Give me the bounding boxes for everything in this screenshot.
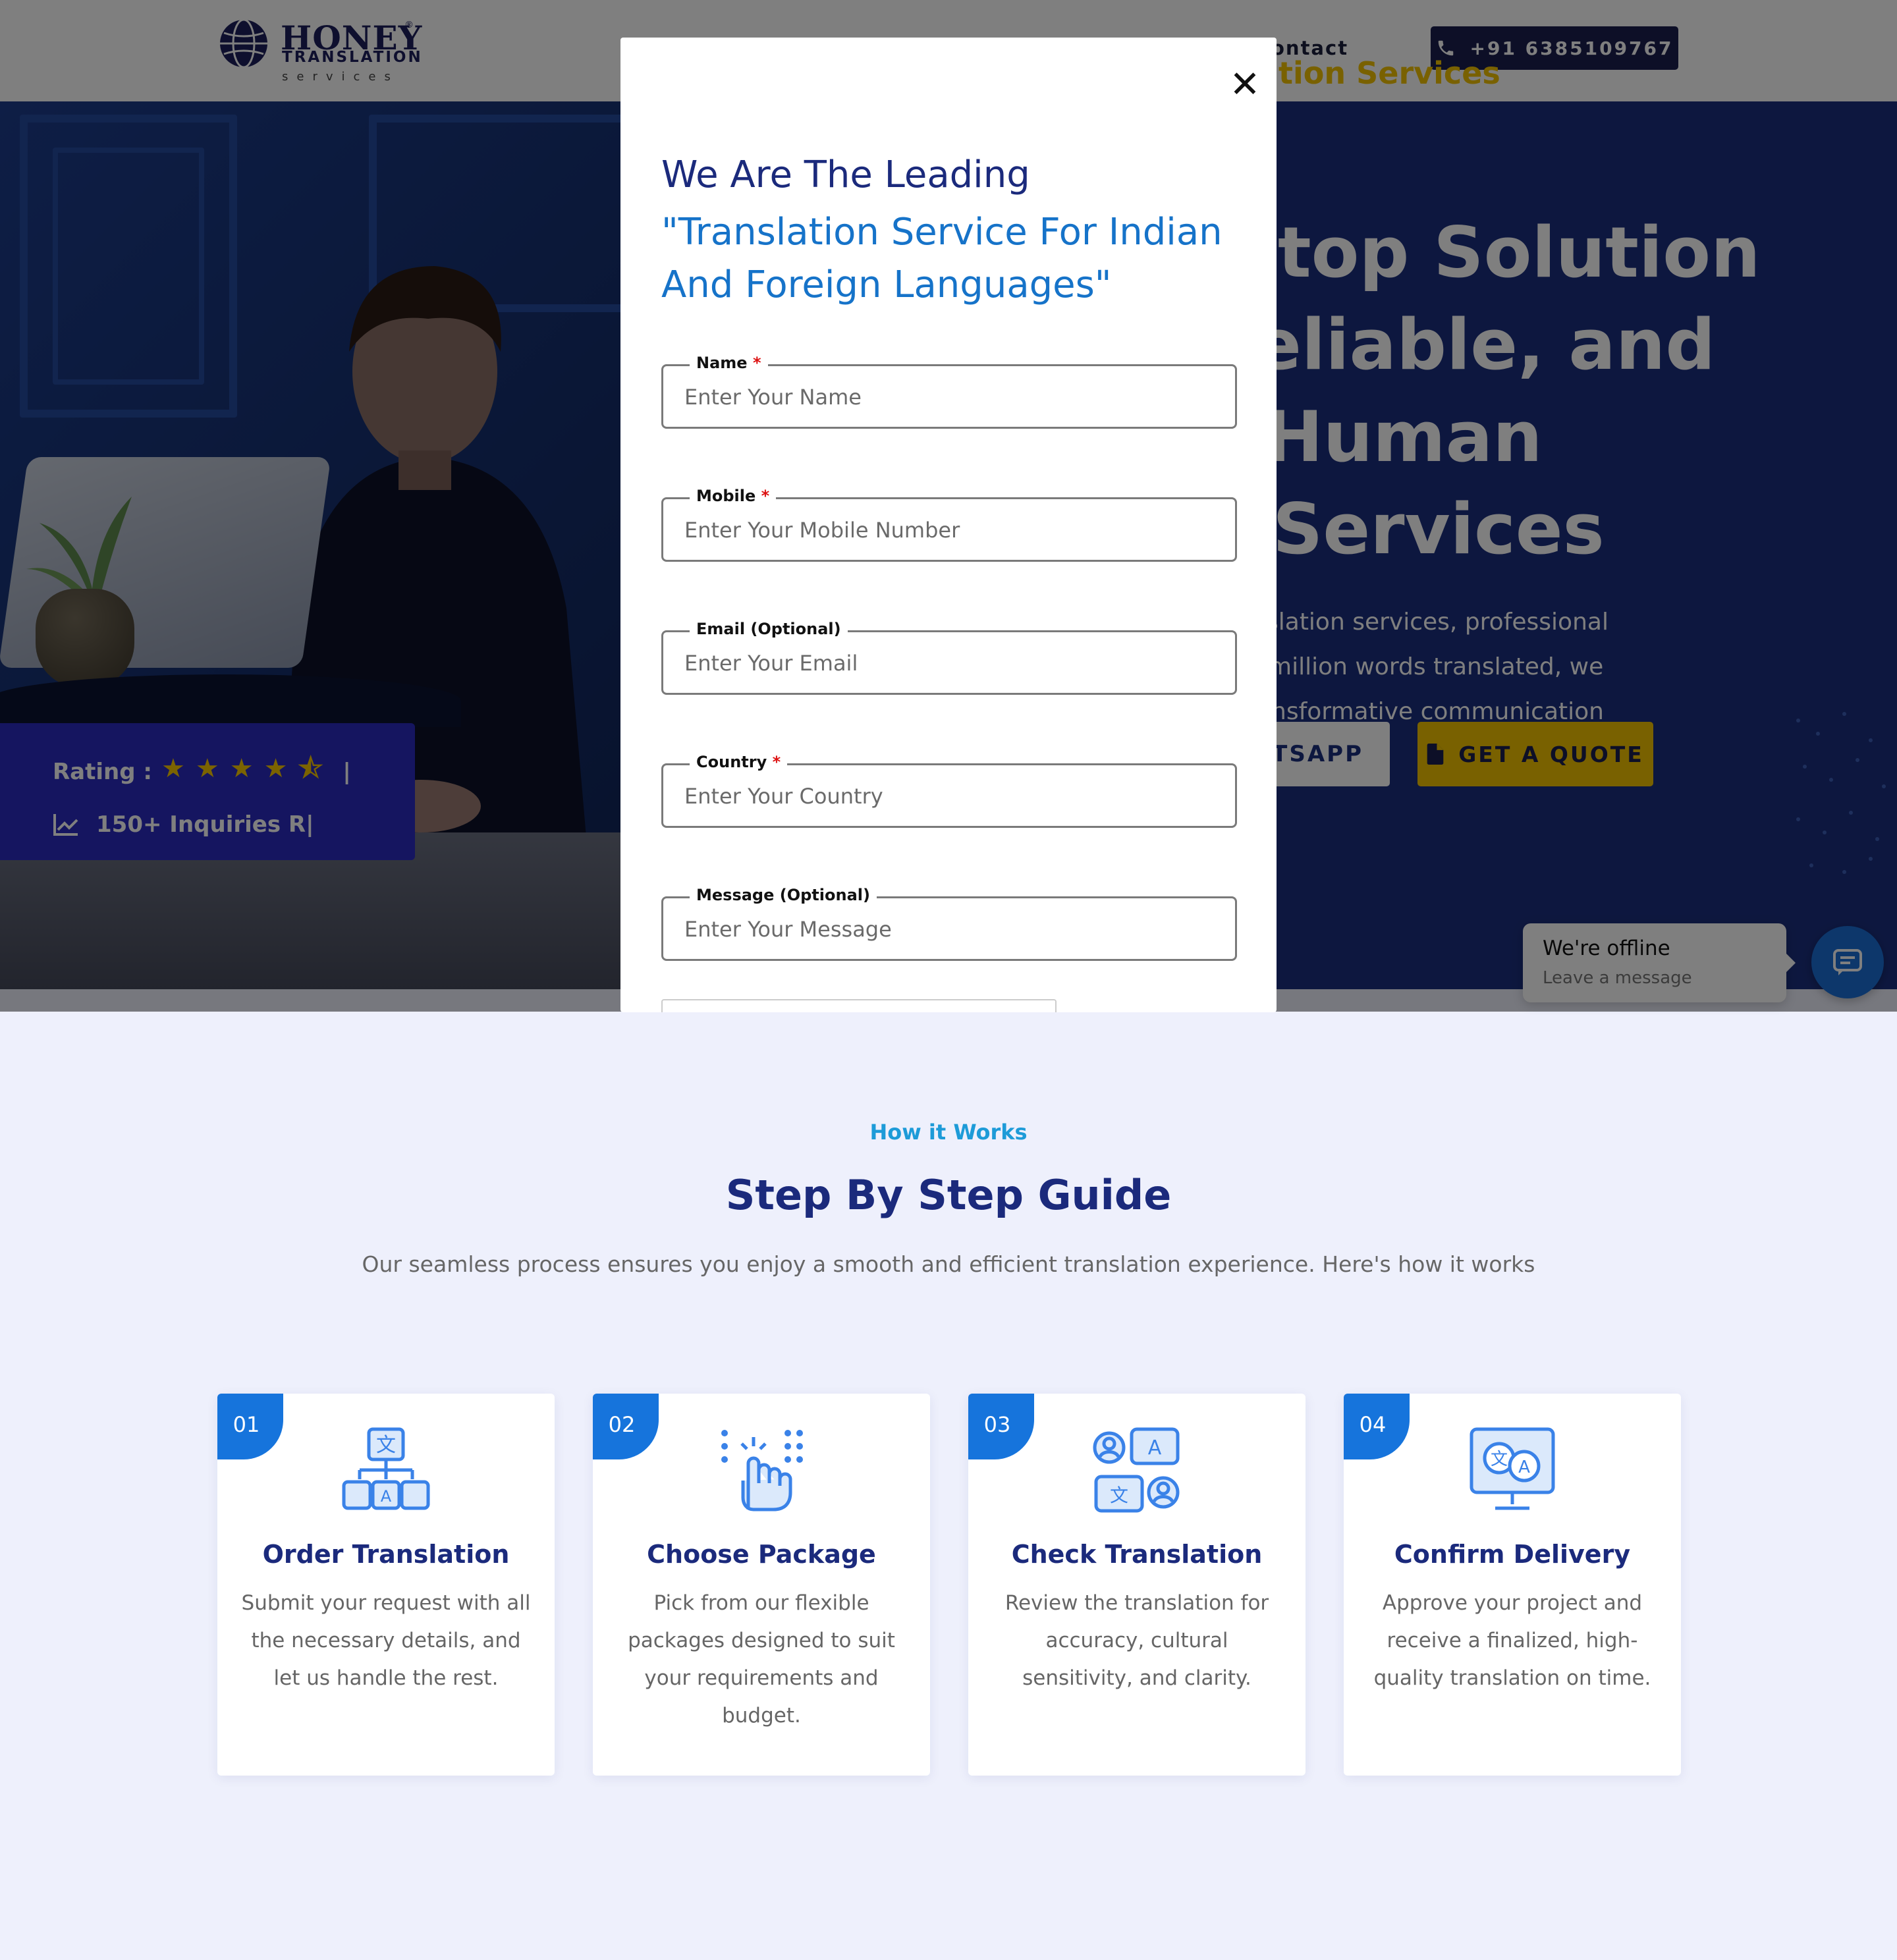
svg-text:文: 文: [376, 1434, 396, 1457]
svg-text:文: 文: [1110, 1484, 1128, 1506]
mobile-field[interactable]: Mobile * Enter Your Mobile Number: [661, 487, 1237, 562]
step-card-delivery: 04 文 A Confirm Delivery Approve your pro…: [1344, 1394, 1681, 1776]
step-number: 04: [1344, 1394, 1410, 1459]
section-eyebrow: How it Works: [869, 1120, 1028, 1145]
step-description: Review the translation for accuracy, cul…: [1004, 1591, 1269, 1690]
step-title: Choose Package: [647, 1540, 876, 1569]
step-number: 01: [217, 1394, 283, 1459]
close-icon[interactable]: ✕: [1225, 65, 1265, 105]
modal-heading: We Are The Leading: [661, 153, 1030, 196]
email-field-label: Email (Optional): [690, 620, 848, 638]
mobile-field-label: Mobile *: [690, 487, 777, 505]
name-field[interactable]: Name * Enter Your Name: [661, 354, 1237, 429]
step-number: 03: [968, 1394, 1034, 1459]
section-title: Step By Step Guide: [725, 1171, 1172, 1219]
message-field-label: Message (Optional): [690, 886, 877, 904]
step-title: Confirm Delivery: [1394, 1540, 1631, 1569]
message-field[interactable]: Message (Optional) Enter Your Message: [661, 886, 1237, 961]
email-field-placeholder: Enter Your Email: [684, 651, 858, 676]
step-description: Pick from our flexible packages designed…: [628, 1591, 895, 1728]
translate-tree-icon: 文 A: [342, 1427, 430, 1510]
step-number: 02: [593, 1394, 659, 1459]
step-card-package: 02 Choose Package Pick from our flexible…: [593, 1394, 930, 1776]
name-field-placeholder: Enter Your Name: [684, 385, 862, 410]
step-description: Approve your project and receive a final…: [1373, 1591, 1651, 1690]
svg-text:A: A: [1148, 1436, 1162, 1459]
mobile-field-placeholder: Enter Your Mobile Number: [684, 518, 960, 543]
people-translate-icon: A 文: [1093, 1427, 1180, 1513]
captcha-box[interactable]: [661, 999, 1057, 1012]
section-subtitle: Our seamless process ensures you enjoy a…: [362, 1251, 1535, 1277]
svg-text:文: 文: [1491, 1450, 1508, 1469]
step-card-order: 01 文 A Order Translation Submit your req…: [217, 1394, 555, 1776]
touch-hand-icon: [721, 1430, 803, 1511]
step-description: Submit your request with all the necessa…: [241, 1591, 531, 1690]
monitor-translate-icon: 文 A: [1470, 1427, 1555, 1510]
modal-subheading: "Translation Service For Indian And Fore…: [661, 211, 1223, 306]
svg-text:A: A: [1518, 1457, 1530, 1477]
step-card-check: 03 A 文 Check Translation Review the tran…: [968, 1394, 1306, 1776]
svg-text:A: A: [381, 1487, 392, 1506]
message-field-placeholder: Enter Your Message: [684, 917, 892, 942]
name-field-label: Name *: [690, 354, 768, 372]
quote-modal: ✕ We Are The Leading "Translation Servic…: [620, 38, 1277, 1012]
step-title: Check Translation: [1011, 1540, 1263, 1569]
step-title: Order Translation: [262, 1540, 510, 1569]
country-field-placeholder: Enter Your Country: [684, 784, 883, 809]
country-field[interactable]: Country * Enter Your Country: [661, 753, 1237, 828]
email-field[interactable]: Email (Optional) Enter Your Email: [661, 620, 1237, 695]
country-field-label: Country *: [690, 753, 788, 771]
